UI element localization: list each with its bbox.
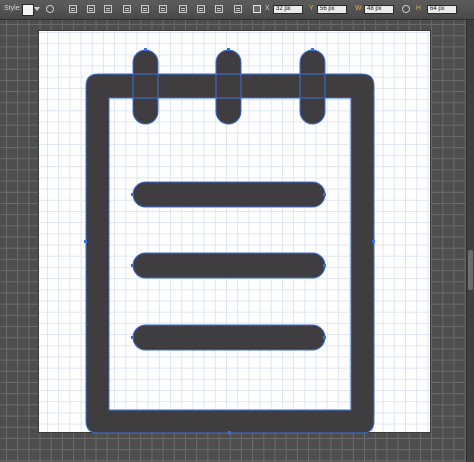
- text-line: [133, 253, 325, 278]
- spiral-ring: [216, 50, 241, 124]
- notepad-icon[interactable]: [0, 0, 474, 462]
- text-line: [133, 182, 325, 207]
- spiral-ring: [300, 50, 325, 124]
- spiral-ring: [133, 50, 158, 124]
- text-line: [133, 325, 325, 350]
